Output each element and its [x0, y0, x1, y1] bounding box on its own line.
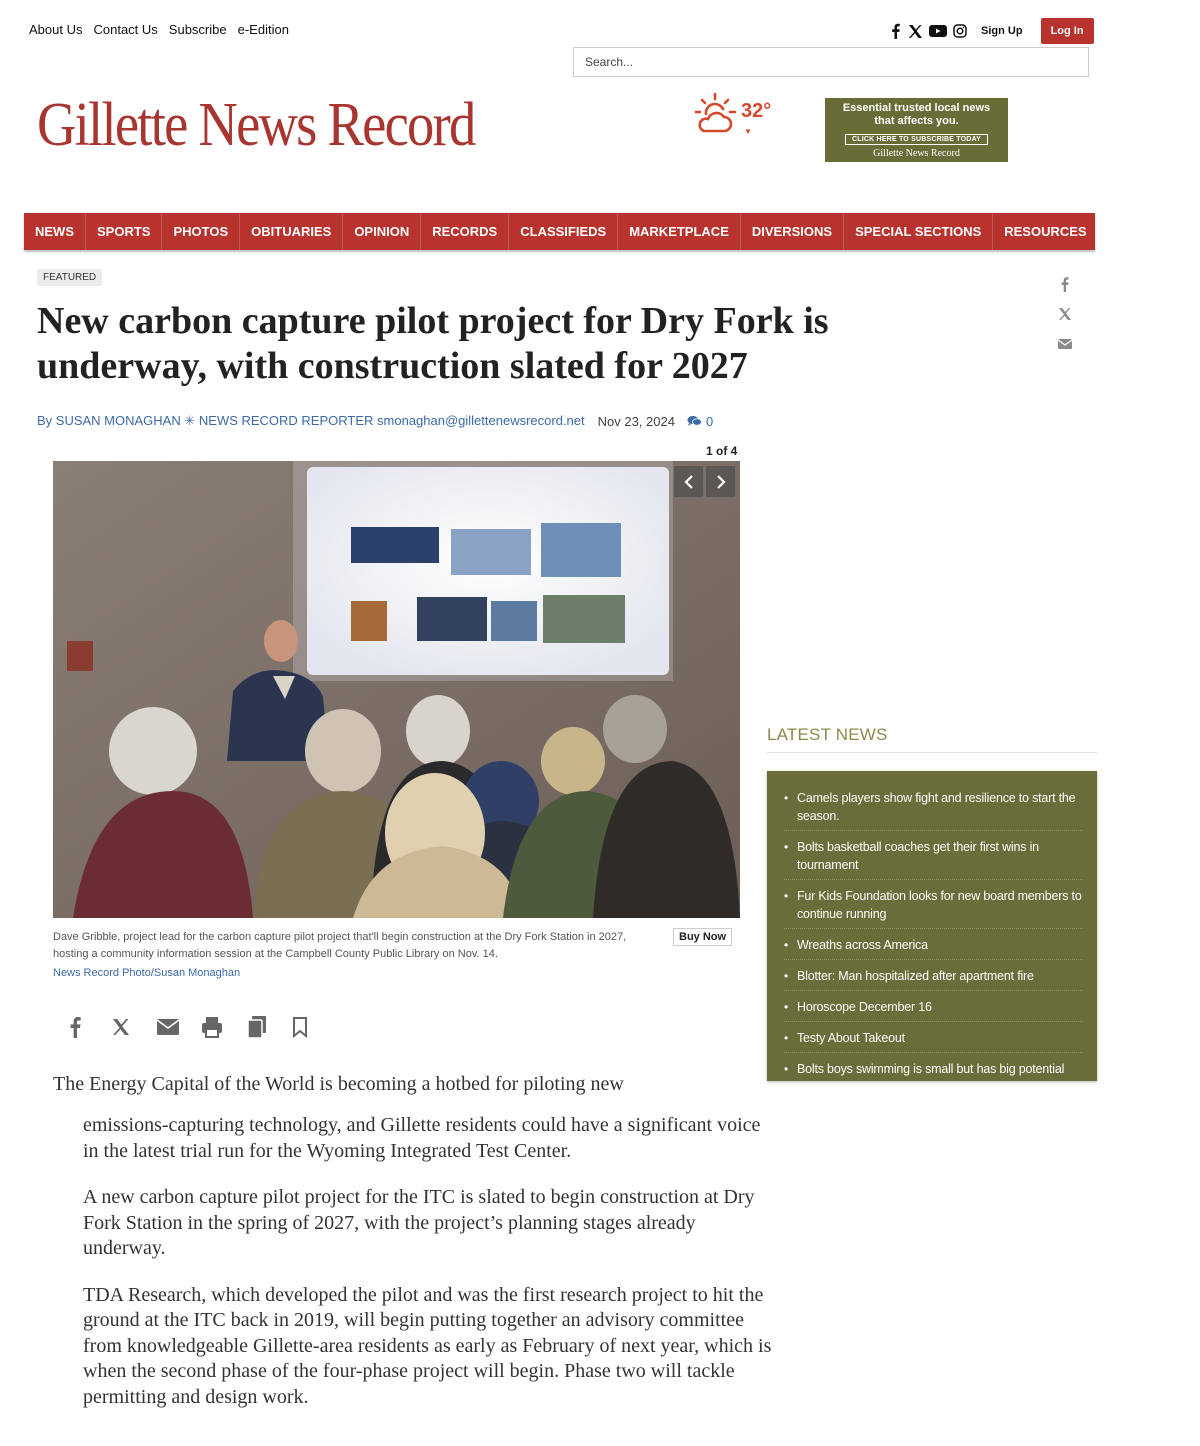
social-links	[888, 23, 967, 39]
nav-photos[interactable]: PHOTOS	[162, 213, 241, 250]
facebook-icon[interactable]	[1056, 276, 1074, 292]
publish-date: Nov 23, 2024	[597, 413, 675, 429]
print-button[interactable]	[201, 1014, 246, 1040]
article-body: emissions-capturing technology, and Gill…	[83, 1113, 778, 1431]
instagram-icon[interactable]	[953, 24, 967, 38]
nav-obituaries[interactable]: OBITUARIES	[240, 213, 344, 250]
byline: By SUSAN MONAGHAN ✳ NEWS RECORD REPORTER…	[37, 413, 713, 429]
article-headline: New carbon capture pilot project for Dry…	[37, 300, 829, 387]
gallery-next-button[interactable]	[706, 466, 735, 497]
nav-resources[interactable]: RESOURCES	[993, 213, 1097, 250]
gallery-prev-button[interactable]	[674, 466, 703, 497]
copy-button[interactable]	[246, 1014, 291, 1040]
share-email-button[interactable]	[156, 1014, 201, 1040]
nav-news[interactable]: NEWS	[24, 213, 86, 250]
ad-line-2: that affects you.	[874, 115, 959, 127]
latest-news-item[interactable]: Bolts basketball coaches get their first…	[784, 838, 1083, 880]
latest-news-item[interactable]: Bolts boys swimming is small but has big…	[784, 1060, 1083, 1083]
buy-now-button[interactable]: Buy Now	[673, 928, 733, 946]
copy-icon	[247, 1016, 266, 1039]
latest-news-item[interactable]: Camels players show fight and resilience…	[784, 789, 1083, 831]
temperature: 32°	[741, 100, 772, 122]
utility-nav: About Us Contact Us Subscribe e-Edition	[29, 22, 289, 37]
youtube-icon[interactable]	[929, 24, 947, 38]
comments-link[interactable]: 0	[687, 414, 713, 429]
latest-news-heading: LATEST NEWS	[767, 725, 888, 744]
share-rail	[1056, 276, 1074, 352]
share-facebook-button[interactable]	[66, 1014, 111, 1040]
subscribe-ad[interactable]: Essential trusted local news that affect…	[825, 98, 1008, 162]
x-icon[interactable]	[1056, 306, 1074, 322]
article-paragraph: emissions-capturing technology, and Gill…	[83, 1114, 761, 1162]
latest-news-item[interactable]: Blotter: Man hospitalized after apartmen…	[784, 967, 1083, 991]
contact-us-link[interactable]: Contact Us	[93, 22, 157, 37]
print-icon	[202, 1017, 222, 1038]
latest-news-list: Camels players show fight and resilience…	[784, 789, 1083, 1083]
nav-records[interactable]: RECORDS	[421, 213, 510, 250]
bookmark-icon	[293, 1017, 307, 1038]
partly-sunny-icon	[694, 92, 737, 133]
ad-cta: CLICK HERE TO SUBSCRIBE TODAY	[845, 134, 988, 145]
sign-up-link[interactable]: Sign Up	[981, 25, 1023, 37]
x-icon[interactable]	[908, 24, 923, 39]
nav-marketplace[interactable]: MARKETPLACE	[618, 213, 741, 250]
weather-widget[interactable]: 32° ▼	[693, 92, 771, 136]
latest-news-item[interactable]: Wreaths across America	[784, 936, 1083, 960]
nav-opinion[interactable]: OPINION	[343, 213, 422, 250]
email-icon	[156, 1019, 180, 1035]
comment-count: 0	[705, 413, 714, 429]
x-icon	[113, 1019, 129, 1035]
divider	[767, 752, 1097, 753]
gallery-photo[interactable]	[53, 461, 740, 918]
article-paragraph: TDA Research, which developed the pilot …	[83, 1283, 772, 1408]
latest-news-box: Camels players show fight and resilience…	[767, 771, 1097, 1081]
comments-icon	[687, 416, 702, 426]
gallery-counter: 1 of 4	[706, 444, 738, 458]
e-edition-link[interactable]: e-Edition	[238, 22, 289, 37]
ad-logo: Gillette News Record	[873, 148, 960, 159]
ad-line-1: Essential trusted local news	[842, 102, 991, 114]
photo-caption: Dave Gribble, project lead for the carbo…	[53, 931, 627, 960]
main-nav: NEWS SPORTS PHOTOS OBITUARIES OPINION RE…	[24, 213, 1095, 250]
facebook-icon[interactable]	[888, 23, 902, 39]
chevron-right-icon	[716, 474, 726, 489]
nav-sports[interactable]: SPORTS	[86, 213, 163, 250]
about-us-link[interactable]: About Us	[29, 22, 82, 37]
share-x-button[interactable]	[111, 1014, 156, 1040]
article-tools	[66, 1014, 336, 1040]
chevron-down-icon: ▼	[744, 127, 752, 136]
nav-diversions[interactable]: DIVERSIONS	[741, 213, 845, 250]
nav-classifieds[interactable]: CLASSIFIEDS	[509, 213, 619, 250]
site-logo[interactable]: Gillette News Record	[37, 88, 476, 162]
nav-special-sections[interactable]: SPECIAL SECTIONS	[844, 213, 994, 250]
log-in-button[interactable]: Log In	[1040, 18, 1094, 44]
account-bar: Sign Up Log In	[888, 18, 1094, 44]
presentation-photo	[53, 461, 740, 918]
latest-news-item[interactable]: Testy About Takeout	[784, 1029, 1083, 1053]
latest-news-item[interactable]: Fur Kids Foundation looks for new board …	[784, 887, 1083, 929]
facebook-icon	[70, 1017, 81, 1038]
subscribe-link[interactable]: Subscribe	[169, 22, 227, 37]
author-link[interactable]: By SUSAN MONAGHAN ✳ NEWS RECORD REPORTER…	[37, 413, 585, 429]
photo-credit[interactable]: News Record Photo/Susan Monaghan	[53, 967, 240, 979]
article-paragraph: A new carbon capture pilot project for t…	[83, 1186, 755, 1259]
bookmark-button[interactable]	[291, 1014, 336, 1040]
featured-badge: FEATURED	[37, 269, 103, 286]
latest-news-item[interactable]: Horoscope December 16	[784, 998, 1083, 1022]
email-icon[interactable]	[1056, 336, 1074, 352]
search-input[interactable]	[573, 47, 1089, 77]
article-lead-line: The Energy Capital of the World is becom…	[53, 1073, 624, 1095]
chevron-left-icon	[683, 474, 693, 489]
